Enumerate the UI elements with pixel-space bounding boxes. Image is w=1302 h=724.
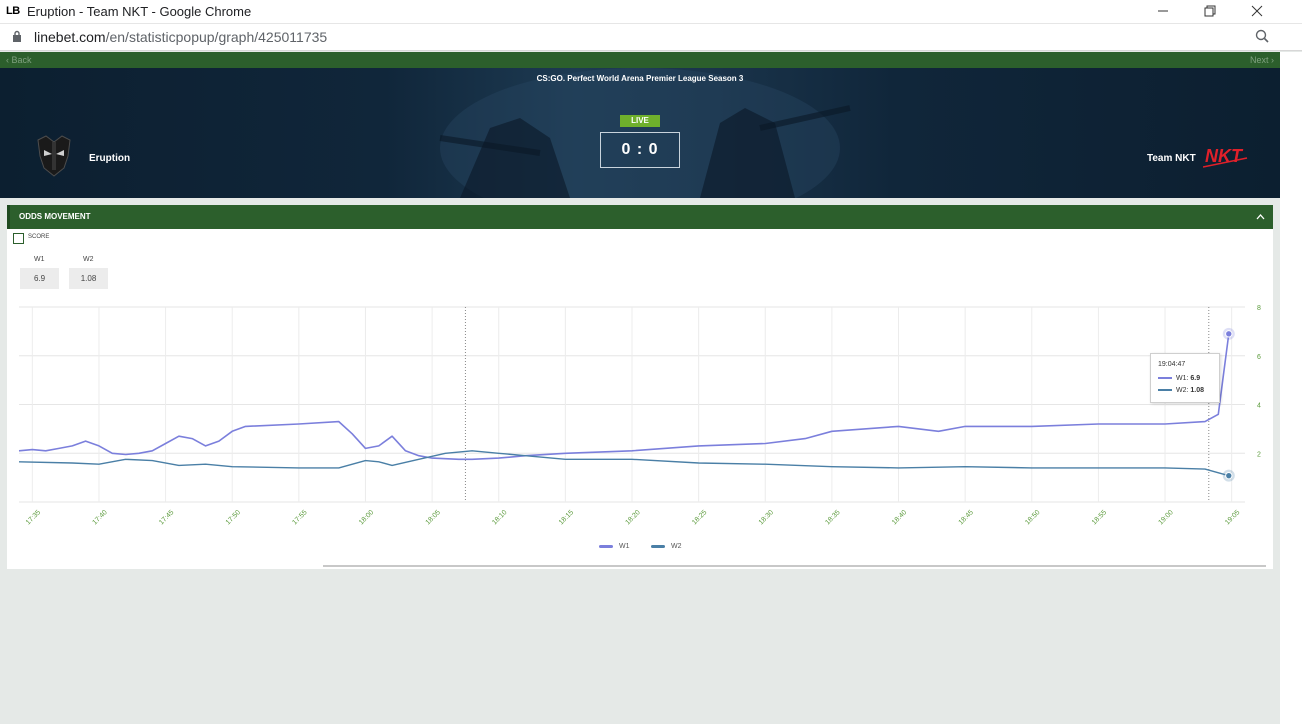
browser-title-bar: LB Eruption - Team NKT - Google Chrome: [0, 0, 1302, 24]
restore-button[interactable]: [1187, 0, 1233, 23]
live-badge: LIVE: [620, 115, 660, 127]
chart-scrollbar[interactable]: [323, 565, 1266, 567]
series-line-w2: [18, 450, 1229, 477]
legend-w2-label: W2: [671, 543, 682, 550]
x-tick-label: 17:35: [25, 509, 42, 526]
series-line-w1: [18, 333, 1230, 461]
legend-item-w1[interactable]: W1: [599, 543, 630, 550]
x-tick-label: 18:15: [558, 509, 575, 526]
x-tick-label: 18:50: [1024, 509, 1041, 526]
legend-w1-label: W1: [619, 543, 630, 550]
x-tick-label: 17:40: [91, 509, 108, 526]
x-tick-label: 19:00: [1158, 509, 1175, 526]
team1-logo: [37, 135, 71, 177]
x-tick-label: 18:40: [891, 509, 908, 526]
y-tick-label: 8: [1257, 305, 1261, 312]
x-tick-label: 18:10: [491, 509, 508, 526]
restore-icon: [1204, 5, 1216, 17]
y-tick-label: 2: [1257, 451, 1261, 458]
odds-chart[interactable]: 2 4 6 8 17:35 17:40 17:45 17:50 17:55 18:00 18:05 1…: [7, 205, 1273, 569]
x-tick-label: 18:55: [1091, 509, 1108, 526]
team2-name: Team NKT: [1147, 153, 1196, 164]
x-tick-label: 17:45: [158, 509, 175, 526]
x-tick-label: 18:20: [624, 509, 641, 526]
window-title: Eruption - Team NKT - Google Chrome: [27, 4, 252, 19]
tooltip-w2-swatch: [1158, 389, 1172, 392]
x-tick-label: 18:00: [358, 509, 375, 526]
minimize-button[interactable]: [1140, 0, 1186, 23]
lock-icon: [13, 30, 21, 42]
legend-item-w2[interactable]: W2: [651, 543, 682, 550]
tooltip-w1-label: W1:: [1176, 375, 1191, 382]
tooltip-w2-label: W2:: [1176, 387, 1191, 394]
tooltip-time: 19:04:47: [1158, 361, 1186, 368]
x-tick-label: 18:25: [691, 509, 708, 526]
minimize-icon: [1158, 10, 1168, 12]
x-tick-label: 18:30: [758, 509, 775, 526]
tournament-name: CS:GO. Perfect World Arena Premier Leagu…: [536, 74, 744, 83]
tooltip-w1-swatch: [1158, 377, 1172, 380]
match-header: CS:GO. Perfect World Arena Premier Leagu…: [0, 68, 1280, 198]
x-tick-label: 18:45: [958, 509, 975, 526]
url-text[interactable]: linebet.com/en/statisticpopup/graph/4250…: [34, 29, 327, 45]
legend-w1-swatch: [599, 544, 613, 548]
last-point-w1: [1225, 330, 1233, 338]
tooltip-row-w2: W2: 1.08: [1158, 387, 1204, 394]
x-tick-label: 19:05: [1224, 509, 1241, 526]
nav-strip: ‹ Back Next ›: [0, 52, 1280, 68]
odds-movement-panel: ODDS MOVEMENT SCORE W1 6.9 W2 1.08 24681…: [7, 205, 1273, 569]
y-tick-label: 4: [1257, 403, 1261, 410]
tooltip-row-w1: W1: 6.9: [1158, 375, 1200, 382]
back-link[interactable]: ‹ Back: [6, 55, 32, 65]
url-host: linebet.com: [34, 29, 106, 45]
last-point-w2: [1225, 471, 1233, 480]
tooltip-w2-value: 1.08: [1190, 387, 1205, 394]
match-score: 0 : 0: [600, 132, 680, 168]
x-tick-label: 18:05: [425, 509, 442, 526]
y-tick-label: 6: [1257, 354, 1261, 361]
x-tick-label: 18:35: [824, 509, 841, 526]
team1-name: Eruption: [89, 153, 131, 164]
chart-tooltip: 19:04:47 W1: 6.9 W2: 1.08: [1150, 353, 1220, 403]
team2-logo: NKT: [1203, 146, 1248, 168]
url-path: /en/statisticpopup/graph/425011735: [105, 29, 328, 45]
close-icon: [1251, 5, 1263, 17]
x-tick-label: 17:55: [291, 509, 308, 526]
page-right-gutter: [1280, 52, 1302, 724]
close-button[interactable]: [1234, 0, 1280, 23]
zoom-icon[interactable]: [1255, 29, 1269, 43]
address-bar[interactable]: linebet.com/en/statisticpopup/graph/4250…: [0, 24, 1302, 51]
legend-w2-swatch: [651, 544, 665, 548]
tooltip-w1-value: 6.9: [1190, 375, 1201, 382]
x-tick-label: 17:50: [225, 509, 242, 526]
site-favicon: LB: [6, 5, 20, 17]
next-link[interactable]: Next ›: [1250, 55, 1274, 65]
